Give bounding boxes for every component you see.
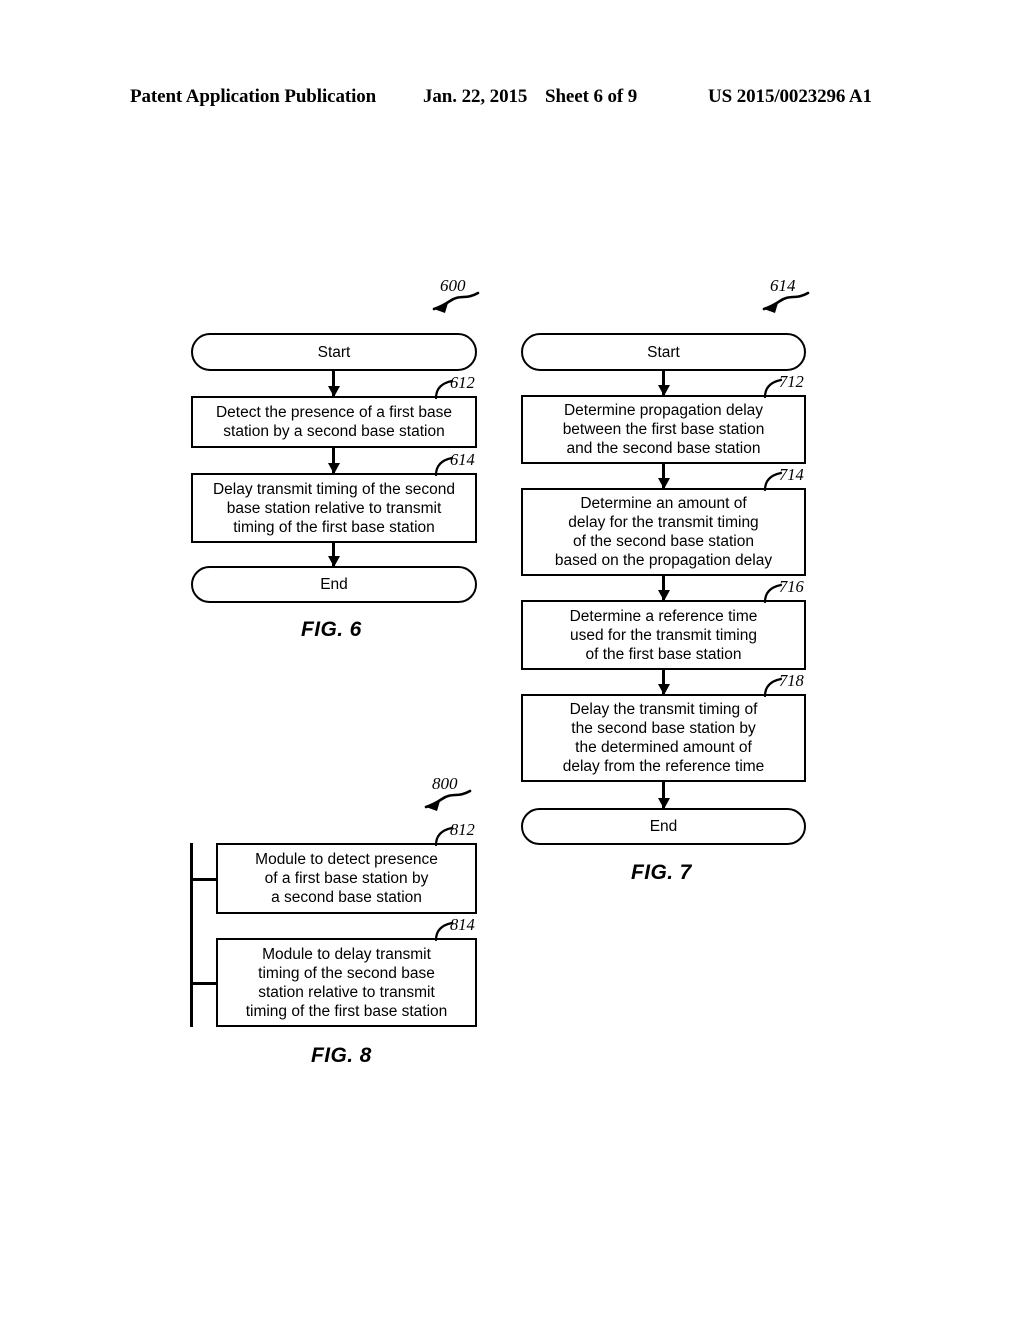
fig8-module-812-node: Module to detect presence of a first bas… (216, 843, 477, 914)
fig8-module-814-node: Module to delay transmit timing of the s… (216, 938, 477, 1027)
fig8-refnum-812: 812 (450, 820, 475, 839)
figure-8-title-reference: 800 (392, 774, 488, 822)
figure-8-caption: FIG. 8 (311, 1044, 372, 1067)
fig8-module-814-label: Module to delay transmit timing of the s… (245, 945, 448, 1020)
figure-8-leader-arrow-icon (424, 789, 472, 811)
fig8-bracket-spine (190, 843, 193, 1027)
fig8-refnum-814: 814 (450, 915, 475, 934)
fig8-bracket-stub-812 (190, 878, 218, 881)
fig8-module-812-label: Module to detect presence of a first bas… (255, 851, 438, 906)
figure-8: 800 Module to detect presence of a first… (0, 0, 1024, 1320)
fig8-bracket-stub-814 (190, 982, 218, 985)
